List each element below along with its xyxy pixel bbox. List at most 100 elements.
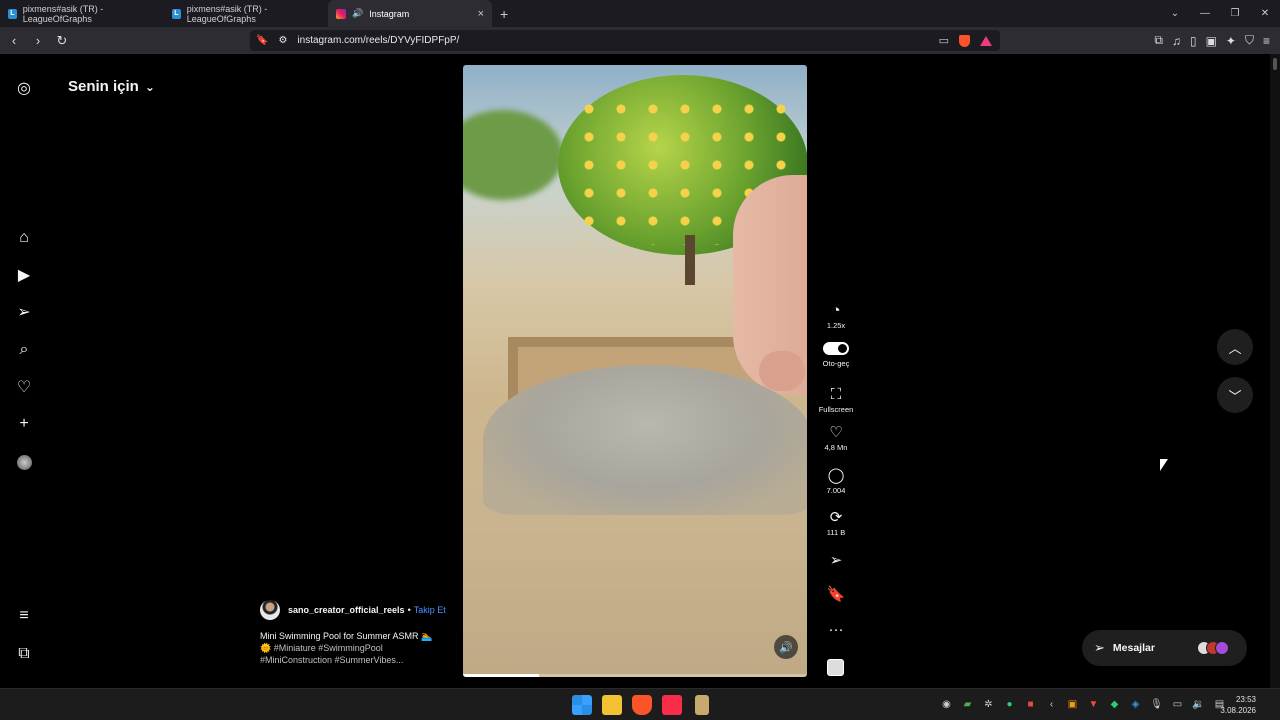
reload-icon[interactable]: ↻ <box>52 33 72 49</box>
tab-list-chevron-icon[interactable]: ⌄ <box>1160 8 1190 19</box>
likes-count: 4,8 Mn <box>824 443 848 452</box>
scrollbar-thumb[interactable] <box>1273 58 1277 70</box>
video-progress-bar[interactable] <box>463 674 807 677</box>
chevron-down-icon: ﹀ <box>1228 388 1242 404</box>
browser-toolbar-right: ⧉ ♫ ▯ ▣ ✦ ⛉ ≡ <box>1154 27 1270 54</box>
separator-dot: • <box>407 605 411 615</box>
volume-tray-icon[interactable]: 🔉 <box>1192 698 1205 711</box>
speed-button[interactable]: ◔ 1.25x <box>813 302 859 330</box>
share-button[interactable]: ➢ <box>813 552 859 570</box>
browser-tab-2[interactable]: L pixmens#asik (TR) - LeagueOfGraphs <box>164 0 328 27</box>
audio-avatar[interactable] <box>827 659 844 676</box>
back-icon[interactable]: ‹ <box>4 33 24 48</box>
music-app-icon[interactable] <box>662 695 682 715</box>
feed-title: Senin için <box>68 78 139 95</box>
feed-selector[interactable]: Senin için ⌄ <box>68 78 155 95</box>
previous-reel-button[interactable]: ︿ <box>1217 329 1253 365</box>
maximize-icon[interactable]: ❐ <box>1220 8 1250 19</box>
author-username[interactable]: sano_creator_official_reels <box>288 605 405 615</box>
tray-app-icon[interactable]: ▰ <box>961 698 974 711</box>
reel-video[interactable]: 🔊 <box>463 65 807 677</box>
like-button[interactable]: ♡ 4,8 Mn <box>813 424 859 452</box>
url-field[interactable]: 🔖 ⚙ instagram.com/reels/DYVyFIDPFpP/ ▭ <box>250 30 1000 51</box>
browser-address-bar: ‹ › ↻ 🔖 ⚙ instagram.com/reels/DYVyFIDPFp… <box>0 27 1280 54</box>
minimize-icon[interactable]: — <box>1190 8 1220 19</box>
tray-app-icon[interactable]: ✲ <box>982 698 995 711</box>
messages-button[interactable]: ➢ Mesajlar <box>1082 630 1247 666</box>
file-explorer-icon[interactable] <box>602 695 622 715</box>
repost-button[interactable]: ⟳ 111 B <box>813 509 859 537</box>
league-client-icon[interactable] <box>695 695 709 715</box>
caption-line: #MiniConstruction #SummerVibes... <box>260 655 404 665</box>
follow-button[interactable]: Takip Et <box>414 605 446 615</box>
tab-title: pixmens#asik (TR) - LeagueOfGraphs <box>186 3 268 24</box>
windows-start-icon[interactable] <box>572 695 592 715</box>
more-icon[interactable]: ≡ <box>14 606 34 626</box>
brave-rewards-icon[interactable] <box>980 35 992 46</box>
microphone-icon[interactable]: 🎙 <box>1150 698 1163 711</box>
home-icon[interactable]: ⌂ <box>14 228 34 248</box>
menu-icon[interactable]: ≡ <box>1263 34 1270 48</box>
repost-icon: ⟳ <box>829 509 843 526</box>
leo-ai-icon[interactable]: ✦ <box>1226 34 1236 48</box>
browser-tab-instagram[interactable]: 🔊 Instagram × <box>328 0 492 27</box>
video-bush <box>463 110 563 200</box>
direct-icon[interactable]: ➢ <box>14 302 34 322</box>
tray-app-icon[interactable]: ▣ <box>1066 698 1079 711</box>
tray-app-icon[interactable]: ‹ <box>1045 698 1058 711</box>
bookmark-icon[interactable]: 🔖 <box>256 35 268 46</box>
reel-caption[interactable]: Mini Swimming Pool for Summer ASMR 🏊 🌞 #… <box>260 630 460 666</box>
tray-app-icon[interactable]: ◈ <box>1129 698 1142 711</box>
next-reel-button[interactable]: ﹀ <box>1217 377 1253 413</box>
search-icon[interactable]: ⌕ <box>14 340 34 360</box>
save-button[interactable]: 🔖 <box>813 586 859 604</box>
tray-app-icon[interactable]: ▼ <box>1087 698 1100 711</box>
brave-shield-icon[interactable] <box>959 34 970 47</box>
taskbar-clock[interactable]: 23:53 3.08.2026 <box>1220 694 1256 716</box>
brave-browser-icon[interactable] <box>632 695 652 715</box>
vpn-icon[interactable]: ⛉ <box>1245 33 1254 48</box>
comment-button[interactable]: ◯ 7.004 <box>813 467 859 495</box>
autoplay-toggle[interactable]: Oto-geç <box>813 342 859 368</box>
close-tab-icon[interactable]: × <box>478 8 484 20</box>
reels-icon[interactable]: ▶ <box>14 265 34 285</box>
tray-app-icon[interactable]: ◆ <box>1108 698 1121 711</box>
wallet-icon[interactable]: ▣ <box>1206 34 1217 48</box>
network-icon[interactable]: ▭ <box>1171 698 1184 711</box>
taskbar-apps <box>572 695 709 715</box>
more-options-button[interactable]: ··· <box>813 621 859 639</box>
notifications-icon[interactable]: ♡ <box>14 377 34 397</box>
site-info-icon[interactable]: ⚙ <box>278 35 287 46</box>
tray-app-icon[interactable]: ◉ <box>940 698 953 711</box>
page-scrollbar[interactable] <box>1270 54 1280 688</box>
reel-author: sano_creator_official_reels • Takip Et <box>260 600 446 620</box>
caption-line: Mini Swimming Pool for Summer ASMR 🏊 <box>260 631 433 641</box>
volume-icon[interactable]: 🔊 <box>774 635 798 659</box>
create-icon[interactable]: + <box>14 414 34 434</box>
fullscreen-button[interactable]: ⛶ Fullscreen <box>813 386 859 414</box>
bookmark-icon: 🔖 <box>826 586 846 603</box>
fullscreen-icon: ⛶ <box>830 386 842 403</box>
video-finger <box>759 351 805 391</box>
message-avatars <box>1197 641 1229 655</box>
author-avatar[interactable] <box>260 600 280 620</box>
close-window-icon[interactable]: ✕ <box>1250 8 1280 19</box>
video-cement-pile <box>483 365 807 515</box>
browser-tab-1[interactable]: L pixmens#asik (TR) - LeagueOfGraphs <box>0 0 164 27</box>
threads-icon[interactable]: ⧉ <box>14 644 34 664</box>
browser-tab-bar: L pixmens#asik (TR) - LeagueOfGraphs L p… <box>0 0 1280 27</box>
music-icon[interactable]: ♫ <box>1172 34 1181 48</box>
messages-label: Mesajlar <box>1112 642 1155 654</box>
extensions-icon[interactable]: ⧉ <box>1154 33 1163 48</box>
forward-icon[interactable]: › <box>28 33 48 48</box>
cast-icon[interactable]: ▭ <box>939 34 949 47</box>
toggle-switch-icon <box>823 342 849 355</box>
new-tab-button[interactable]: + <box>500 6 508 22</box>
instagram-logo-icon[interactable]: ◎ <box>14 78 34 98</box>
autoplay-label: Oto-geç <box>822 359 850 368</box>
instagram-page: ◎ ⌂ ▶ ➢ ⌕ ♡ + ≡ ⧉ Senin için ⌄ 🔊 ◔ 1.25x… <box>0 54 1270 688</box>
tray-app-icon[interactable]: ■ <box>1024 698 1037 711</box>
profile-avatar[interactable] <box>14 452 34 472</box>
tray-app-icon[interactable]: ● <box>1003 698 1016 711</box>
sidebar-toggle-icon[interactable]: ▯ <box>1190 34 1197 48</box>
